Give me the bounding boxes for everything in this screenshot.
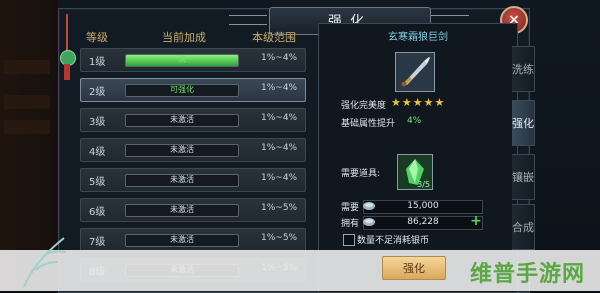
level-status: 未激活: [170, 115, 194, 124]
sword-icon: [396, 53, 434, 91]
enhance-button-label: 强化: [403, 262, 425, 275]
tab-refine[interactable]: 洗练: [512, 46, 535, 92]
required-item-count: 3/5: [417, 180, 430, 189]
level-label: 6级: [89, 207, 106, 218]
level-label: 5级: [89, 177, 106, 188]
tab-enhance-label: 强化: [512, 116, 534, 130]
cost-own-value: 86,228: [407, 217, 439, 227]
header-current-bonus: 当前加成: [162, 31, 206, 44]
level-status: 满: [178, 55, 186, 64]
level-label: 3级: [89, 117, 106, 128]
cost-need-box: 15,000: [363, 200, 483, 214]
perfection-label: 强化完美度: [341, 101, 387, 111]
level-range: 1%~4%: [261, 53, 298, 63]
attribute-boost-label: 基础属性提升: [341, 119, 396, 129]
cost-own-label: 拥有: [341, 219, 360, 229]
background-element: [4, 60, 50, 74]
use-silver-label: 数量不足消耗银币: [357, 236, 430, 246]
header-level: 等级: [86, 31, 108, 44]
level-row[interactable]: 2级 可强化 1%~4%: [80, 78, 306, 102]
level-range: 1%~5%: [261, 203, 298, 213]
background-element: [4, 120, 50, 134]
cost-need-label: 需要: [341, 203, 360, 213]
item-slot[interactable]: [395, 52, 435, 92]
level-status: 未激活: [170, 175, 194, 184]
header-level-range: 本级范围: [252, 31, 296, 44]
use-silver-checkbox[interactable]: [343, 234, 355, 246]
level-range: 1%~4%: [261, 173, 298, 183]
tab-enhance[interactable]: 强化: [512, 100, 535, 146]
level-table-header: 等级 当前加成 本级范围: [76, 26, 306, 46]
tab-synthesis[interactable]: 合成: [512, 204, 535, 250]
tassel-rope-decoration: [66, 14, 68, 54]
bamboo-decoration-icon: [23, 237, 67, 287]
required-item-label: 需要道具:: [341, 169, 381, 179]
level-row[interactable]: 6级 未激活 1%~5%: [80, 198, 306, 222]
progress-bar: 未激活: [125, 174, 239, 187]
attribute-boost-value: 4%: [407, 116, 422, 126]
level-range: 1%~5%: [261, 233, 298, 243]
level-row[interactable]: 1级 满 1%~4%: [80, 48, 306, 72]
progress-bar: 未激活: [125, 144, 239, 157]
tab-synthesis-label: 合成: [512, 220, 534, 234]
level-status: 未激活: [170, 205, 194, 214]
watermark-text: 维普手游网: [470, 262, 586, 287]
level-range: 1%~4%: [261, 143, 298, 153]
item-name: 玄寒霜狼巨剑: [388, 32, 448, 43]
level-label: 4级: [89, 147, 106, 158]
level-status: 可强化: [170, 85, 194, 94]
tassel-decoration: [64, 64, 70, 80]
progress-bar: 可强化: [125, 84, 239, 97]
required-item-slot[interactable]: 3/5: [397, 154, 433, 190]
cost-need-value: 15,000: [407, 201, 439, 211]
cost-own-box: 86,228: [363, 216, 483, 230]
level-row[interactable]: 3级 未激活 1%~4%: [80, 108, 306, 132]
progress-bar: 未激活: [125, 234, 239, 247]
add-currency-button[interactable]: +: [469, 214, 483, 228]
tab-inlay-label: 镶嵌: [512, 170, 534, 184]
level-status: 未激活: [170, 235, 194, 244]
level-range: 1%~4%: [261, 83, 298, 93]
title-ornament-left: [229, 15, 267, 25]
level-row[interactable]: 4级 未激活 1%~4%: [80, 138, 306, 162]
level-row[interactable]: 5级 未激活 1%~4%: [80, 168, 306, 192]
progress-bar: 未激活: [125, 114, 239, 127]
game-screen: 强化 × 等级 当前加成 本级范围 1级满 1%~4% 2级 可强化 1%~4% 3级 未激…: [0, 0, 600, 293]
background-element: [4, 95, 50, 109]
enhance-button[interactable]: 强化: [382, 256, 446, 280]
progress-bar: 满: [125, 54, 239, 67]
tab-refine-label: 洗练: [512, 62, 534, 76]
level-status: 未激活: [170, 145, 194, 154]
level-label: 2级: [89, 87, 106, 98]
tab-inlay[interactable]: 镶嵌: [512, 154, 535, 200]
progress-bar: 未激活: [125, 204, 239, 217]
level-range: 1%~4%: [261, 113, 298, 123]
level-label: 7级: [89, 237, 106, 248]
level-label: 1级: [89, 57, 106, 68]
level-row[interactable]: 7级 未激活 1%~5%: [80, 228, 306, 252]
perfection-stars: ★★★★★: [391, 96, 446, 109]
